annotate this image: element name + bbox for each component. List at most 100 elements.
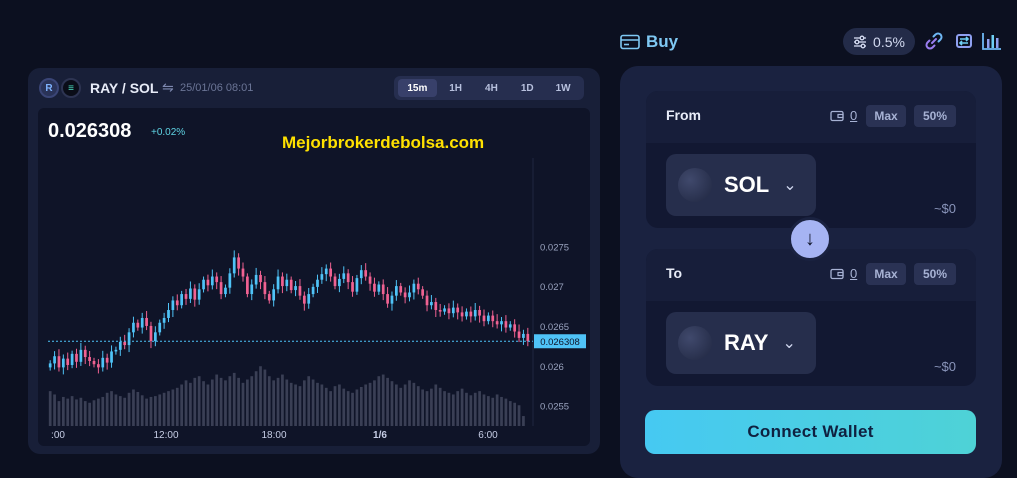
candle-body	[289, 279, 293, 291]
candle-body	[167, 310, 170, 318]
volume-bar	[263, 369, 267, 426]
candle-body	[373, 283, 376, 292]
candle-body	[153, 332, 157, 342]
candle-body	[434, 302, 438, 311]
candle-body	[491, 315, 495, 322]
candle-body	[114, 349, 118, 352]
volume-bar	[311, 379, 315, 426]
volume-bar	[171, 389, 175, 426]
candle-body	[324, 268, 328, 275]
volume-bar	[482, 394, 486, 426]
candle-body	[197, 289, 201, 300]
to-usd-value: ~$0	[933, 359, 956, 374]
wallet-icon	[830, 110, 844, 121]
arrow-down-icon: ↓	[805, 227, 815, 250]
volume-bar	[412, 382, 416, 426]
volume-bar	[316, 382, 319, 426]
candle-body	[447, 308, 451, 314]
sliders-icon	[854, 35, 867, 48]
tab-1h[interactable]: 1H	[439, 79, 473, 97]
volume-bar	[434, 384, 438, 426]
to-half-button[interactable]: 50%	[914, 263, 956, 285]
timeframe-selector: 15m 1H 4H 1D 1W	[394, 76, 584, 100]
from-half-button[interactable]: 50%	[914, 105, 956, 127]
tab-1d[interactable]: 1D	[510, 79, 544, 97]
candle-body	[83, 349, 87, 358]
watermark-text: Mejorbrokerdebolsa.com	[282, 133, 485, 152]
volume-bar	[513, 402, 517, 426]
candle-body	[241, 268, 245, 277]
chart-header: R ≡ RAY / SOL ⇋ 25/01/06 08:01 15m 1H 4H…	[28, 68, 600, 108]
volume-bar	[57, 401, 61, 426]
volume-bar	[351, 392, 354, 426]
volume-bar	[364, 384, 368, 426]
candle-body	[110, 351, 113, 363]
to-token-select[interactable]: RAY ⌄	[666, 312, 816, 374]
swap-direction-button[interactable]: ↓	[788, 217, 832, 261]
volume-bar	[508, 401, 512, 426]
candle-body	[97, 364, 100, 368]
volume-bar	[430, 388, 433, 426]
candle-body	[320, 274, 324, 280]
x-tick-label: 18:00	[261, 430, 286, 441]
buy-link[interactable]: Buy	[620, 32, 678, 52]
candle-body	[394, 286, 398, 296]
to-balance-value[interactable]: 0	[850, 266, 857, 281]
candle-body	[399, 286, 403, 293]
from-balance-value[interactable]: 0	[850, 108, 857, 123]
swap-pair-icon[interactable]: ⇋	[162, 79, 174, 96]
tab-4h[interactable]: 4H	[475, 79, 509, 97]
volume-bar	[48, 391, 52, 426]
candlestick-chart[interactable]: 0.026308 0.0275 0.027 0.0265 0.026 0.0255:00 1…	[38, 108, 590, 446]
candle-body	[267, 294, 271, 301]
candle-body	[381, 284, 385, 295]
chart-area[interactable]: 0.026308 0.0275 0.027 0.0265 0.026 0.0255:00 1…	[38, 108, 590, 446]
candle-body	[364, 270, 368, 277]
volume-bar	[232, 372, 236, 426]
bar-chart-icon[interactable]	[981, 30, 1003, 52]
ray-token-icon	[678, 326, 712, 360]
candle-body	[346, 273, 350, 283]
connect-wallet-button[interactable]: Connect Wallet	[645, 410, 976, 454]
candle-body	[430, 302, 433, 306]
candle-body	[443, 308, 446, 312]
candle-body	[250, 284, 254, 295]
candle-body	[294, 286, 297, 291]
volume-bar	[403, 384, 407, 426]
candle-body	[526, 333, 530, 342]
candle-body	[66, 358, 70, 365]
volume-bar	[259, 366, 262, 426]
volume-bar	[180, 384, 184, 426]
volume-bar	[359, 386, 363, 426]
volume-bar	[224, 380, 227, 426]
volume-bar	[281, 374, 284, 426]
x-tick-label: :00	[51, 430, 65, 441]
candle-body	[281, 276, 284, 287]
tab-15m[interactable]: 15m	[398, 79, 437, 97]
candle-body	[307, 294, 311, 304]
candle-body	[61, 358, 65, 368]
link-icon[interactable]	[923, 30, 945, 52]
candle-body	[359, 270, 363, 279]
slippage-button[interactable]: 0.5%	[843, 28, 915, 55]
tab-1w[interactable]: 1W	[546, 79, 580, 97]
candle-body	[180, 294, 184, 306]
volume-bar	[123, 397, 127, 426]
candle-body	[149, 325, 153, 342]
volume-bar	[416, 386, 420, 426]
swap-route-icon[interactable]	[953, 30, 975, 52]
candle-body	[302, 295, 306, 304]
candle-body	[246, 276, 249, 295]
volume-bar	[504, 398, 508, 426]
to-max-button[interactable]: Max	[866, 263, 906, 285]
volume-bar	[228, 376, 232, 426]
candle-body	[469, 311, 473, 317]
pair-label[interactable]: RAY / SOL	[90, 80, 158, 96]
from-max-button[interactable]: Max	[866, 105, 906, 127]
candle-body	[338, 278, 341, 287]
from-token-select[interactable]: SOL ⌄	[666, 154, 816, 216]
volume-bar	[110, 391, 113, 426]
candle-body	[504, 321, 508, 328]
candle-body	[487, 315, 490, 322]
candle-body	[206, 279, 210, 286]
